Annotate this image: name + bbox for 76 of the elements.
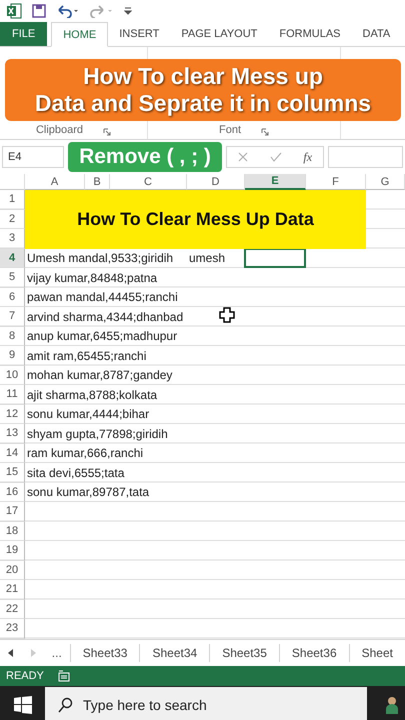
column-header[interactable]: C	[110, 174, 187, 190]
formula-input[interactable]	[328, 146, 403, 168]
row-header[interactable]: 8	[0, 326, 25, 346]
scroll-left-icon[interactable]	[8, 649, 14, 657]
undo-icon[interactable]	[56, 4, 80, 18]
banner-line: Data and Seprate it in columns	[34, 90, 372, 117]
row-header[interactable]: 5	[0, 268, 25, 288]
cursor-icon	[219, 307, 235, 323]
row-header[interactable]: 22	[0, 600, 25, 619]
cell-text: Umesh mandal,9533;giridih	[27, 251, 174, 266]
person-icon[interactable]	[385, 696, 399, 714]
row-header[interactable]: 4	[0, 248, 25, 268]
macro-record-icon[interactable]	[58, 670, 70, 682]
windows-start-icon[interactable]	[14, 696, 32, 714]
column-header[interactable]: D	[187, 174, 245, 190]
cell-text: sonu kumar,4444;bihar	[27, 407, 150, 422]
cell-text: arvind sharma,4344;dhanbad	[27, 310, 184, 324]
column-header[interactable]: F	[306, 174, 366, 190]
taskbar-search-field[interactable]: Type here to search	[45, 687, 367, 720]
caption-badge: Remove ( , ; )	[68, 142, 222, 172]
row-header[interactable]: 14	[0, 444, 25, 463]
search-icon	[57, 697, 73, 713]
row-header[interactable]: 12	[0, 404, 25, 424]
cell-text: vijay kumar,84848;patna	[27, 270, 158, 285]
cell-text: shyam gupta,77898;giridih	[27, 426, 168, 441]
row-header[interactable]: 9	[0, 346, 25, 366]
row-header[interactable]: 7	[0, 307, 25, 326]
cell-text: ajit sharma,8788;kolkata	[27, 388, 158, 402]
sheet-tab[interactable]: Sheet	[348, 644, 405, 662]
title-cell: How To Clear Mess Up Data	[25, 190, 366, 248]
banner-line: How To clear Mess up	[83, 63, 323, 90]
insert-function-button[interactable]: fx	[303, 150, 312, 164]
column-header[interactable]: G	[366, 174, 405, 190]
group-label: Clipboard	[36, 124, 84, 136]
row-header[interactable]: 11	[0, 385, 25, 404]
cell-text: sita devi,6555;tata	[27, 466, 124, 480]
row-header[interactable]: 13	[0, 424, 25, 444]
customize-caret-icon[interactable]	[124, 7, 132, 15]
cell-text: umesh	[189, 251, 226, 266]
row-header[interactable]: 21	[0, 580, 25, 600]
cell-text: amit ram,65455;ranchi	[27, 348, 146, 363]
row-header[interactable]: 18	[0, 522, 25, 541]
group-label: Font	[218, 124, 241, 136]
column-header[interactable]: E	[245, 174, 306, 190]
ribbon-tab[interactable]: PAGE LAYOUT	[170, 22, 268, 46]
save-icon[interactable]	[32, 4, 46, 18]
column-header[interactable]: B	[85, 174, 110, 190]
cell-text: pawan mandal,44455;ranchi	[27, 290, 178, 304]
row-header[interactable]: 10	[0, 366, 25, 385]
check-icon[interactable]	[270, 152, 282, 162]
ribbon-tab[interactable]: INSERT	[108, 22, 170, 46]
dialog-launcher-icon[interactable]	[103, 128, 112, 136]
sheet-tab[interactable]: Sheet35	[209, 644, 279, 662]
column-header[interactable]: A	[25, 174, 85, 190]
cell-text: sonu kumar,89787,tata	[27, 485, 150, 500]
ribbon-tab[interactable]: FILE	[0, 22, 48, 46]
row-header[interactable]: 15	[0, 463, 25, 482]
cell-text: anup kumar,6455;madhupur	[27, 329, 178, 344]
cell-text: ram kumar,666,ranchi	[27, 446, 144, 460]
row-header[interactable]: 19	[0, 541, 25, 560]
sheet-tab[interactable]: Sheet33	[70, 644, 140, 662]
row-header[interactable]: 16	[0, 482, 25, 502]
row-header[interactable]: 6	[0, 288, 25, 307]
spreadsheet-logo-icon[interactable]	[6, 3, 22, 19]
ribbon-tab[interactable]: HOME	[51, 22, 108, 47]
row-header[interactable]: 20	[0, 560, 25, 580]
row-header[interactable]: 17	[0, 502, 25, 522]
status-text: READY	[6, 670, 44, 682]
sheet-tab[interactable]: Sheet34	[139, 644, 210, 662]
cell-text: mohan kumar,8787;gandey	[27, 368, 172, 382]
ribbon-tab[interactable]: FORMULAS	[268, 22, 352, 46]
more-sheets-button[interactable]: ...	[44, 646, 70, 660]
ribbon-tab[interactable]: DATA	[352, 22, 402, 46]
dialog-launcher-icon[interactable]	[261, 128, 269, 136]
sheet-tab[interactable]: Sheet36	[278, 644, 349, 662]
name-box[interactable]: E4	[2, 146, 64, 168]
